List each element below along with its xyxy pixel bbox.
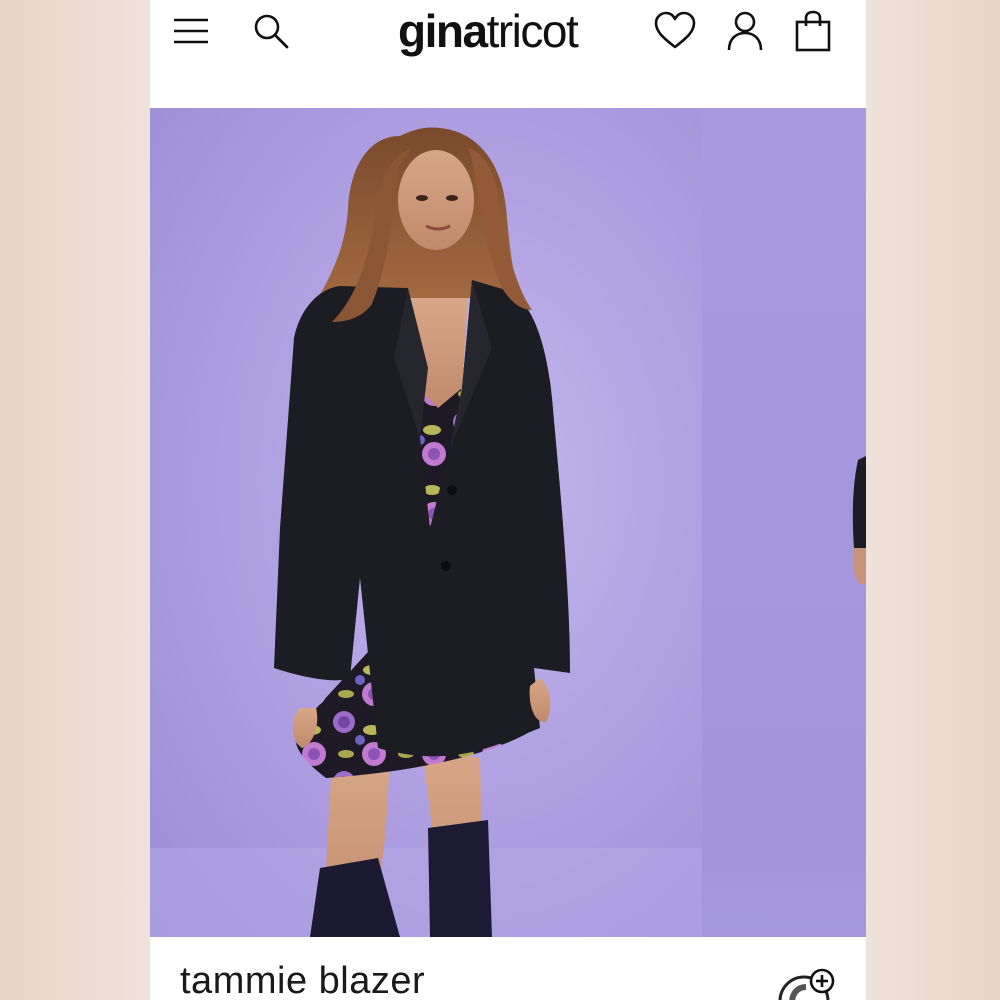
search-button[interactable] <box>248 8 294 54</box>
product-name: tammie blazer <box>180 960 426 1000</box>
phone-screen: ginatricot tammie blazer <box>150 0 866 1000</box>
next-image-crop <box>852 456 866 584</box>
product-image-next-preview[interactable] <box>702 108 866 937</box>
shopping-bag-icon <box>795 10 831 52</box>
model-photo <box>150 127 702 937</box>
heart-icon <box>654 11 696 49</box>
add-to-wishlist-button[interactable] <box>778 967 836 1000</box>
search-icon <box>254 14 289 49</box>
product-info: tammie blazer <box>150 937 866 1000</box>
user-icon <box>727 11 763 51</box>
menu-button[interactable] <box>168 8 214 54</box>
cart-button[interactable] <box>790 8 836 54</box>
add-to-wishlist-icon <box>778 968 835 1000</box>
account-button[interactable] <box>722 8 768 54</box>
brand-logo[interactable]: ginatricot <box>398 4 579 58</box>
product-image-main[interactable] <box>150 108 702 937</box>
site-header: ginatricot <box>150 0 866 108</box>
logo-bold-text: gina <box>398 5 488 57</box>
logo-regular-text: tricot <box>486 5 579 57</box>
hamburger-menu-icon <box>174 18 208 44</box>
product-image-gallery[interactable] <box>150 108 866 937</box>
wishlist-button[interactable] <box>652 8 698 54</box>
